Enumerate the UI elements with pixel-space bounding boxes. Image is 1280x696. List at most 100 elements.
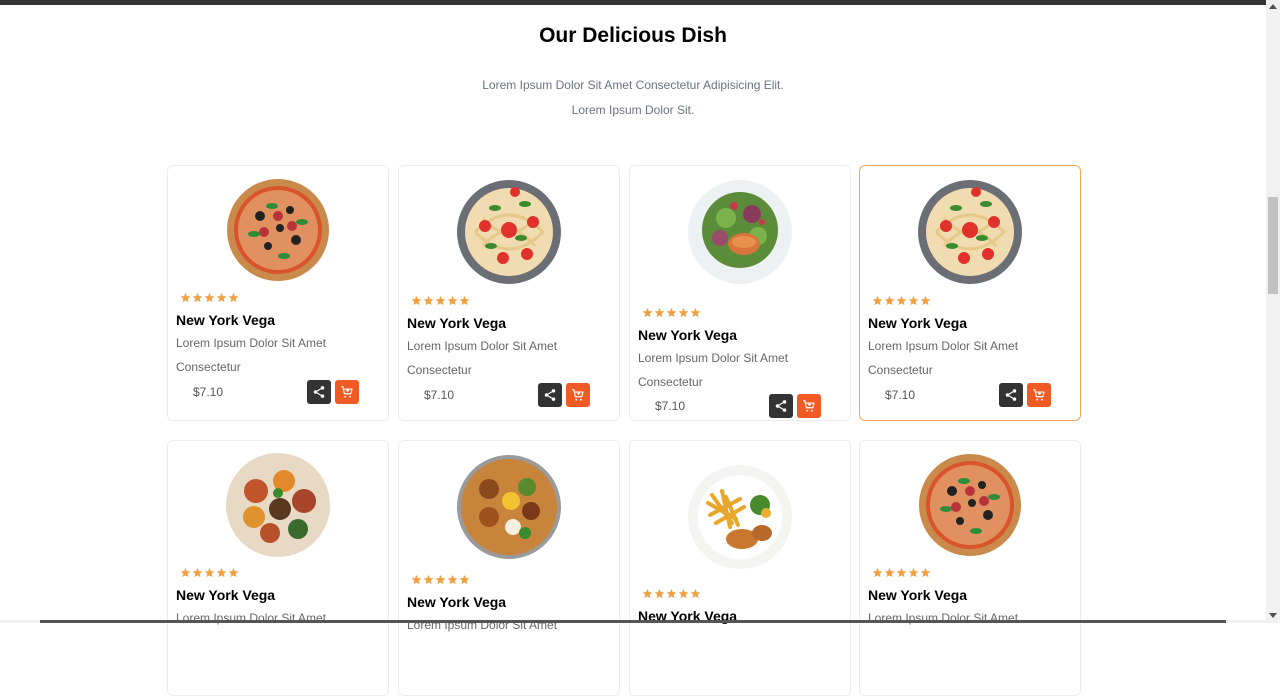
share-button[interactable]	[999, 383, 1023, 407]
share-icon	[543, 388, 557, 402]
star-icon	[690, 585, 702, 602]
scroll-down-icon[interactable]	[1269, 613, 1277, 618]
star-icon	[666, 585, 678, 602]
dish-description: Lorem Ipsum Dolor Sit Amet Consectetur	[407, 334, 607, 382]
dish-name[interactable]: New York Vega	[868, 587, 967, 603]
dish-description-line2: Consectetur	[407, 363, 472, 377]
dish-description-line1: Lorem Ipsum Dolor Sit Amet	[868, 611, 1019, 625]
star-icon	[896, 564, 908, 581]
star-icon	[204, 564, 216, 581]
rating-stars	[411, 292, 471, 306]
star-icon	[678, 585, 690, 602]
star-icon	[423, 292, 435, 309]
dish-image	[686, 178, 794, 286]
dish-price: $7.10	[424, 388, 455, 402]
dish-card[interactable]: New York Vega Lorem Ipsum Dolor Sit Amet C…	[167, 165, 389, 421]
star-icon	[411, 292, 423, 309]
dish-description: Lorem Ipsum Dolor Sit Amet Consectetur	[176, 331, 376, 379]
share-icon	[312, 385, 326, 399]
cart-plus-icon	[340, 385, 354, 399]
star-icon	[435, 292, 447, 309]
dish-card[interactable]: New York Vega Lorem Ipsum Dolor Sit Amet C…	[859, 165, 1081, 421]
star-icon	[908, 564, 920, 581]
star-icon	[654, 304, 666, 321]
dish-description: Lorem Ipsum Dolor Sit Amet	[868, 606, 1068, 630]
dish-image	[916, 451, 1024, 559]
dish-description-line1: Lorem Ipsum Dolor Sit Amet	[407, 618, 558, 632]
rating-stars	[642, 304, 702, 318]
star-icon	[192, 289, 204, 306]
dish-card[interactable]: New York Vega Lorem Ipsum Dolor Sit Amet C…	[398, 165, 620, 421]
dish-card[interactable]: New York Vega	[629, 440, 851, 696]
star-icon	[678, 304, 690, 321]
dish-description-line1: Lorem Ipsum Dolor Sit Amet	[868, 339, 1019, 353]
dish-description-line2: Consectetur	[176, 360, 241, 374]
star-icon	[920, 292, 932, 309]
star-icon	[435, 571, 447, 588]
star-icon	[642, 585, 654, 602]
dish-name[interactable]: New York Vega	[868, 315, 967, 331]
add-to-cart-button[interactable]	[566, 383, 590, 407]
star-icon	[204, 289, 216, 306]
dish-image	[455, 178, 563, 286]
section-subtitle-line1: Lorem Ipsum Dolor Sit Amet Consectetur A…	[482, 78, 784, 92]
star-icon	[447, 292, 459, 309]
star-icon	[411, 571, 423, 588]
scroll-up-icon[interactable]	[1269, 4, 1277, 9]
star-icon	[872, 292, 884, 309]
dish-description: Lorem Ipsum Dolor Sit Amet	[176, 606, 376, 630]
top-bar	[0, 0, 1280, 5]
share-button[interactable]	[307, 380, 331, 404]
dish-image	[224, 176, 332, 284]
star-icon	[192, 564, 204, 581]
rating-stars	[642, 585, 702, 599]
add-to-cart-button[interactable]	[1027, 383, 1051, 407]
add-to-cart-button[interactable]	[797, 394, 821, 418]
cart-plus-icon	[1032, 388, 1046, 402]
dish-description-line2: Consectetur	[868, 363, 933, 377]
share-button[interactable]	[538, 383, 562, 407]
section-title: Our Delicious Dish	[539, 24, 727, 47]
dish-card[interactable]: New York Vega Lorem Ipsum Dolor Sit Amet	[167, 440, 389, 696]
dish-description: Lorem Ipsum Dolor Sit Amet Consectetur	[868, 334, 1068, 382]
star-icon	[216, 289, 228, 306]
star-icon	[666, 304, 678, 321]
add-to-cart-button[interactable]	[335, 380, 359, 404]
star-icon	[896, 292, 908, 309]
rating-stars	[180, 564, 240, 578]
star-icon	[423, 571, 435, 588]
star-icon	[180, 564, 192, 581]
dish-image	[224, 451, 332, 559]
dish-image	[686, 463, 794, 571]
star-icon	[180, 289, 192, 306]
dish-price: $7.10	[885, 388, 916, 402]
dish-card[interactable]: New York Vega Lorem Ipsum Dolor Sit Amet	[398, 440, 620, 696]
star-icon	[642, 304, 654, 321]
dish-description: Lorem Ipsum Dolor Sit Amet Consectetur	[638, 346, 838, 394]
dish-description-line2: Consectetur	[638, 375, 703, 389]
dish-name[interactable]: New York Vega	[638, 327, 737, 343]
dish-name[interactable]: New York Vega	[176, 587, 275, 603]
dish-name[interactable]: New York Vega	[176, 312, 275, 328]
scroll-thumb[interactable]	[1268, 197, 1278, 294]
dish-card[interactable]: New York Vega Lorem Ipsum Dolor Sit Amet C…	[629, 165, 851, 421]
dish-card[interactable]: New York Vega Lorem Ipsum Dolor Sit Amet	[859, 440, 1081, 696]
dish-description-line1: Lorem Ipsum Dolor Sit Amet	[407, 339, 558, 353]
dish-name[interactable]: New York Vega	[407, 315, 506, 331]
star-icon	[872, 564, 884, 581]
rating-stars	[180, 289, 240, 303]
dish-description: Lorem Ipsum Dolor Sit Amet	[407, 613, 607, 637]
dish-image	[455, 453, 563, 561]
star-icon	[459, 571, 471, 588]
star-icon	[228, 564, 240, 581]
dish-description-line1: Lorem Ipsum Dolor Sit Amet	[176, 611, 327, 625]
dish-image	[916, 178, 1024, 286]
cart-plus-icon	[802, 399, 816, 413]
star-icon	[228, 289, 240, 306]
share-button[interactable]	[769, 394, 793, 418]
star-icon	[920, 564, 932, 581]
dish-name[interactable]: New York Vega	[407, 594, 506, 610]
star-icon	[884, 292, 896, 309]
star-icon	[216, 564, 228, 581]
vertical-scrollbar[interactable]	[1266, 0, 1280, 623]
